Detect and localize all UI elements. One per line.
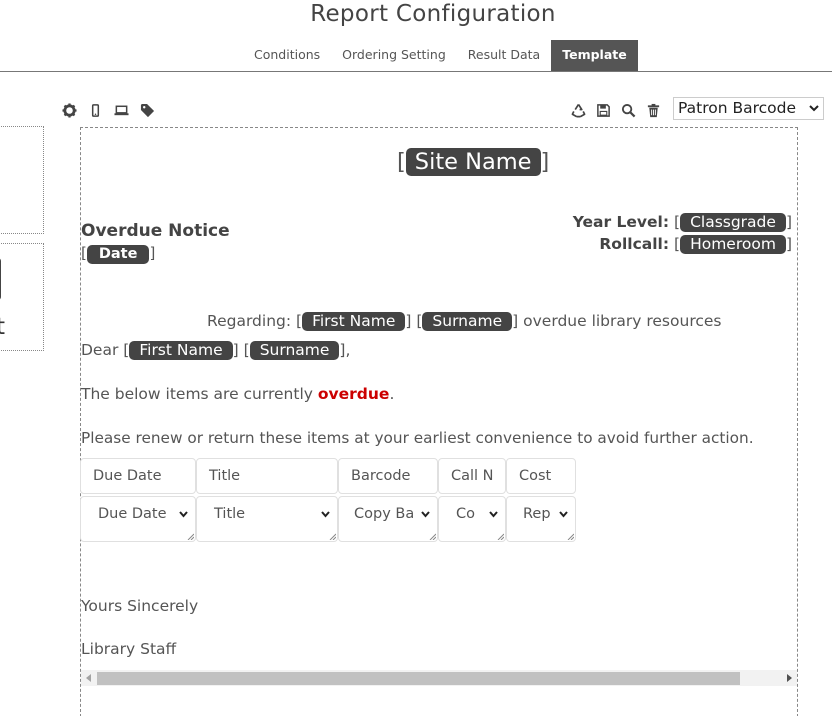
recycle-icon[interactable]	[570, 102, 586, 118]
laptop-icon[interactable]	[113, 102, 129, 118]
surname-tag[interactable]: Surname	[422, 312, 513, 331]
signature-text: Library Staff	[81, 640, 177, 658]
site-name-field[interactable]: [Site Name]	[397, 147, 549, 177]
tab-bar: Conditions Ordering Setting Result Data …	[243, 40, 638, 71]
year-level-label: Year Level:	[572, 213, 670, 231]
resize-grip-icon[interactable]	[329, 533, 336, 540]
overdue-highlight: overdue	[317, 385, 390, 403]
scroll-left-icon[interactable]	[86, 674, 91, 682]
rollcall-label: Rollcall:	[599, 235, 670, 253]
search-icon[interactable]	[620, 102, 636, 118]
left-panel-device	[0, 258, 1, 300]
mobile-icon[interactable]	[87, 102, 103, 118]
tag-icon[interactable]	[139, 102, 155, 118]
below-suffix: .	[389, 385, 395, 403]
table-header-cost[interactable]: Cost	[506, 458, 576, 494]
chevron-down-icon	[321, 511, 330, 518]
notice-title: Overdue Notice	[81, 221, 230, 241]
header-divider	[0, 71, 832, 72]
closing-text: Yours Sincerely	[81, 597, 199, 615]
scrollbar-thumb[interactable]	[97, 672, 740, 685]
classgrade-tag[interactable]: Classgrade	[680, 213, 786, 232]
resize-grip-icon[interactable]	[429, 533, 436, 540]
tab-result-data[interactable]: Result Data	[457, 40, 551, 71]
overdue-line: The below items are currently overdue.	[81, 385, 394, 403]
table-header-call-number[interactable]: Call N	[438, 458, 506, 494]
trash-icon[interactable]	[645, 102, 661, 118]
first-name-tag[interactable]: First Name	[129, 341, 233, 360]
left-panel-box[interactable]	[0, 126, 44, 234]
table-select-title[interactable]: Title	[196, 496, 338, 542]
table-select-barcode[interactable]: Copy Ba	[338, 496, 438, 542]
select-value: Title	[214, 506, 246, 522]
chevron-down-icon	[489, 511, 498, 518]
chevron-down-icon	[179, 511, 188, 518]
save-icon[interactable]	[595, 102, 611, 118]
table-header-title[interactable]: Title	[196, 458, 338, 494]
dear-label: Dear	[81, 341, 119, 359]
student-info: Year Level: [Classgrade] Rollcall: [Home…	[572, 213, 792, 254]
select-value: Due Date	[98, 506, 167, 522]
toolbar-left	[61, 102, 155, 118]
table-select-due-date[interactable]: Due Date	[80, 496, 196, 542]
date-tag[interactable]: Date	[86, 245, 150, 264]
horizontal-scrollbar[interactable]	[81, 670, 797, 686]
resize-grip-icon[interactable]	[497, 533, 504, 540]
tab-template[interactable]: Template	[551, 40, 638, 71]
toolbar-right	[570, 102, 661, 118]
resize-grip-icon[interactable]	[567, 533, 574, 540]
table-header-due-date[interactable]: Due Date	[80, 458, 196, 494]
select-value: Co	[456, 506, 475, 522]
site-name-tag[interactable]: Site Name	[405, 148, 541, 176]
renew-line: Please renew or return these items at yo…	[81, 429, 754, 447]
regarding-suffix: overdue library resources	[523, 312, 722, 330]
date-field[interactable]: [Date]	[81, 244, 155, 264]
chevron-down-icon	[421, 511, 430, 518]
first-name-tag[interactable]: First Name	[302, 312, 406, 331]
regarding-line: Regarding: [First Name] [Surname] overdu…	[207, 312, 722, 331]
scroll-right-icon[interactable]	[787, 674, 792, 682]
barcode-select-value: Patron Barcode	[678, 99, 797, 117]
left-panel-box[interactable]: t	[0, 243, 44, 351]
chevron-down-icon	[559, 511, 568, 518]
select-value: Rep	[523, 506, 551, 522]
gear-icon[interactable]	[61, 102, 77, 118]
tab-conditions[interactable]: Conditions	[243, 40, 331, 71]
tab-ordering-setting[interactable]: Ordering Setting	[331, 40, 457, 71]
page-title: Report Configuration	[310, 1, 556, 27]
left-panel-text: t	[0, 314, 5, 340]
resize-grip-icon[interactable]	[187, 533, 194, 540]
below-text: The below items are currently	[81, 385, 313, 403]
barcode-select[interactable]: Patron Barcode	[673, 97, 824, 120]
table-select-cost[interactable]: Rep	[506, 496, 576, 542]
table-header-barcode[interactable]: Barcode	[338, 458, 438, 494]
dear-line: Dear [First Name] [Surname],	[81, 341, 351, 360]
homeroom-tag[interactable]: Homeroom	[680, 235, 786, 254]
surname-tag[interactable]: Surname	[249, 341, 340, 360]
select-value: Copy Ba	[354, 506, 415, 522]
regarding-label: Regarding:	[207, 312, 292, 330]
table-select-call-number[interactable]: Co	[438, 496, 506, 542]
chevron-down-icon	[809, 105, 819, 112]
